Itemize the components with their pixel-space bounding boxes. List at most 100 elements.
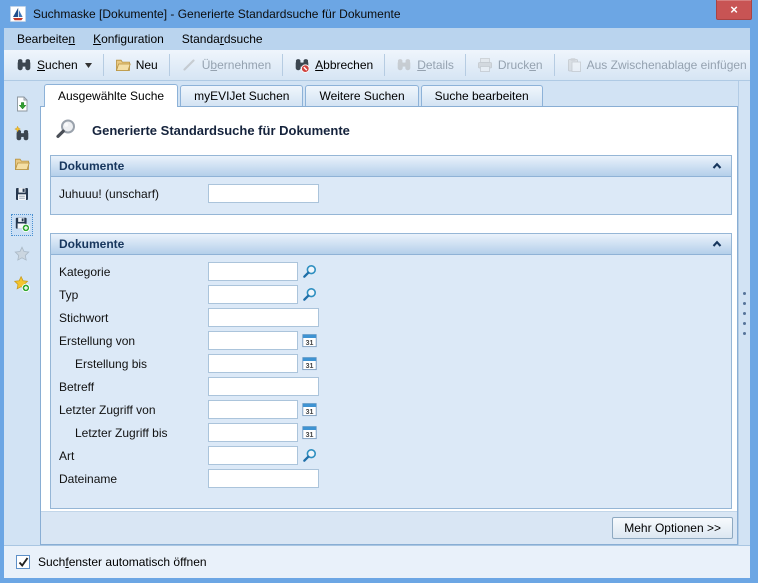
toolbar-button-neu[interactable]: Neu bbox=[107, 54, 166, 76]
group-dokumente-fuzzy: Dokumente Juhuuu! (unscharf) bbox=[50, 155, 732, 215]
toolbar-button-details: Details bbox=[388, 54, 462, 76]
field-row-typ: Typ bbox=[51, 283, 731, 306]
menu-item-konfiguration[interactable]: Konfiguration bbox=[84, 28, 173, 50]
close-icon: × bbox=[730, 2, 738, 17]
grip-dot bbox=[743, 312, 746, 315]
close-button[interactable]: × bbox=[716, 0, 752, 20]
app-icon bbox=[10, 6, 26, 22]
clipboard-icon bbox=[566, 57, 582, 73]
field-label: Erstellung von bbox=[59, 334, 208, 348]
collapse-chevron-icon[interactable] bbox=[711, 160, 723, 172]
toolbar-separator bbox=[465, 54, 466, 76]
menu-bar: BearbeitenKonfigurationStandardsuche bbox=[4, 28, 750, 50]
doc-down-icon bbox=[14, 96, 30, 115]
folder-icon bbox=[14, 156, 30, 175]
sidebar-button-open-search[interactable] bbox=[11, 154, 33, 176]
sidebar-button-save-search-as[interactable] bbox=[11, 214, 33, 236]
input-letzter-zugriff-bis[interactable] bbox=[208, 423, 298, 442]
input-erstellung-bis[interactable] bbox=[208, 354, 298, 373]
sidebar-button-new-search[interactable] bbox=[11, 124, 33, 146]
svg-text:31: 31 bbox=[306, 432, 314, 439]
tab-area: Ausgewählte SuchemyEVIJet SuchenWeitere … bbox=[40, 81, 738, 545]
toolbar-button-abbrechen[interactable]: Abbrechen bbox=[286, 54, 381, 76]
status-bar: Suchfenster automatisch öffnen bbox=[4, 545, 750, 578]
toolbar-separator bbox=[384, 54, 385, 76]
collapse-chevron-icon[interactable] bbox=[711, 238, 723, 250]
field-row-letzter-zugriff-bis: Letzter Zugriff bis 31 bbox=[51, 421, 731, 444]
calendar-picker-icon[interactable]: 31 bbox=[302, 356, 317, 371]
field-row-erstellung-von: Erstellung von 31 bbox=[51, 329, 731, 352]
tab-strip: Ausgewählte SuchemyEVIJet SuchenWeitere … bbox=[40, 84, 738, 106]
group-body: Kategorie Typ Stichwort Erstellung von 31… bbox=[51, 255, 731, 508]
field-row-kategorie: Kategorie bbox=[51, 260, 731, 283]
star-gray-icon bbox=[14, 246, 30, 265]
calendar-picker-icon[interactable]: 31 bbox=[302, 333, 317, 348]
input-letzter-zugriff-von[interactable] bbox=[208, 400, 298, 419]
group-title: Dokumente bbox=[59, 159, 124, 173]
field-label: Dateiname bbox=[59, 472, 208, 486]
field-row-erstellung-bis: Erstellung bis 31 bbox=[51, 352, 731, 375]
middle-area: Ausgewählte SuchemyEVIJet SuchenWeitere … bbox=[4, 81, 750, 545]
tab-ausgewaehlte-suche[interactable]: Ausgewählte Suche bbox=[44, 84, 178, 107]
search-panel: Generierte Standardsuche für Dokumente D… bbox=[40, 106, 738, 545]
toolbar-separator bbox=[169, 54, 170, 76]
input-kategorie[interactable] bbox=[208, 262, 298, 281]
auto-open-checkbox-label: Suchfenster automatisch öffnen bbox=[38, 555, 207, 569]
toolbar-button-drucken: Drucken bbox=[469, 54, 551, 76]
input-dateiname[interactable] bbox=[208, 469, 319, 488]
window-frame: BearbeitenKonfigurationStandardsuche Suc… bbox=[4, 28, 750, 578]
printer-icon bbox=[477, 57, 493, 73]
tab-suche-bearbeiten[interactable]: Suche bearbeiten bbox=[421, 85, 543, 106]
toolbar-button-uebernehmen: Übernehmen bbox=[173, 54, 279, 76]
svg-text:31: 31 bbox=[306, 340, 314, 347]
binoculars-new-icon bbox=[14, 126, 30, 145]
floppy-icon bbox=[14, 186, 30, 205]
svg-text:31: 31 bbox=[306, 409, 314, 416]
field-label: Juhuuu! (unscharf) bbox=[59, 187, 208, 201]
app-window: Suchmaske [Dokumente] - Generierte Stand… bbox=[0, 0, 758, 583]
menu-item-standardsuche[interactable]: Standardsuche bbox=[173, 28, 272, 50]
main-toolbar: Suchen Neu Übernehmen Abbrechen Details D… bbox=[4, 50, 750, 81]
tab-weitere-suchen[interactable]: Weitere Suchen bbox=[305, 85, 418, 106]
more-options-button[interactable]: Mehr Optionen >> bbox=[612, 517, 733, 539]
input-stichwort[interactable] bbox=[208, 308, 319, 327]
group-header: Dokumente bbox=[51, 156, 731, 177]
calendar-picker-icon[interactable]: 31 bbox=[302, 425, 317, 440]
lookup-magnifier-icon[interactable] bbox=[302, 287, 317, 302]
sidebar-toolbar bbox=[4, 81, 40, 545]
lookup-magnifier-icon[interactable] bbox=[302, 448, 317, 463]
sidebar-button-load-search[interactable] bbox=[11, 94, 33, 116]
field-row-juhuuu-unscharf: Juhuuu! (unscharf) bbox=[51, 182, 731, 205]
input-typ[interactable] bbox=[208, 285, 298, 304]
lookup-magnifier-icon[interactable] bbox=[302, 264, 317, 279]
menu-item-bearbeiten[interactable]: Bearbeiten bbox=[8, 28, 84, 50]
field-label: Typ bbox=[59, 288, 208, 302]
field-row-letzter-zugriff-von: Letzter Zugriff von 31 bbox=[51, 398, 731, 421]
panel-header: Generierte Standardsuche für Dokumente bbox=[41, 107, 737, 150]
tab-myevijet-suchen[interactable]: myEVIJet Suchen bbox=[180, 85, 303, 106]
grip-dot bbox=[743, 322, 746, 325]
input-erstellung-von[interactable] bbox=[208, 331, 298, 350]
input-betreff[interactable] bbox=[208, 377, 319, 396]
toolbar-separator bbox=[103, 54, 104, 76]
calendar-picker-icon[interactable]: 31 bbox=[302, 402, 317, 417]
binoculars-red-icon bbox=[294, 57, 310, 73]
grip-dot bbox=[743, 292, 746, 295]
title-bar: Suchmaske [Dokumente] - Generierte Stand… bbox=[0, 0, 758, 28]
field-label: Erstellung bis bbox=[59, 357, 208, 371]
dropdown-arrow-icon[interactable] bbox=[85, 63, 92, 68]
toolbar-separator bbox=[282, 54, 283, 76]
sidebar-button-add-favorite[interactable] bbox=[11, 274, 33, 296]
folder-icon bbox=[115, 57, 131, 73]
svg-text:31: 31 bbox=[306, 363, 314, 370]
sidebar-button-save-search[interactable] bbox=[11, 184, 33, 206]
input-juhuuu-unscharf[interactable] bbox=[208, 184, 319, 203]
field-row-betreff: Betreff bbox=[51, 375, 731, 398]
auto-open-checkbox[interactable] bbox=[16, 555, 30, 569]
field-label: Letzter Zugriff von bbox=[59, 403, 208, 417]
panel-splitter-handle[interactable] bbox=[738, 81, 750, 545]
input-art[interactable] bbox=[208, 446, 298, 465]
toolbar-button-suchen[interactable]: Suchen bbox=[8, 54, 100, 76]
star-plus-icon bbox=[14, 276, 30, 295]
field-label: Stichwort bbox=[59, 311, 208, 325]
